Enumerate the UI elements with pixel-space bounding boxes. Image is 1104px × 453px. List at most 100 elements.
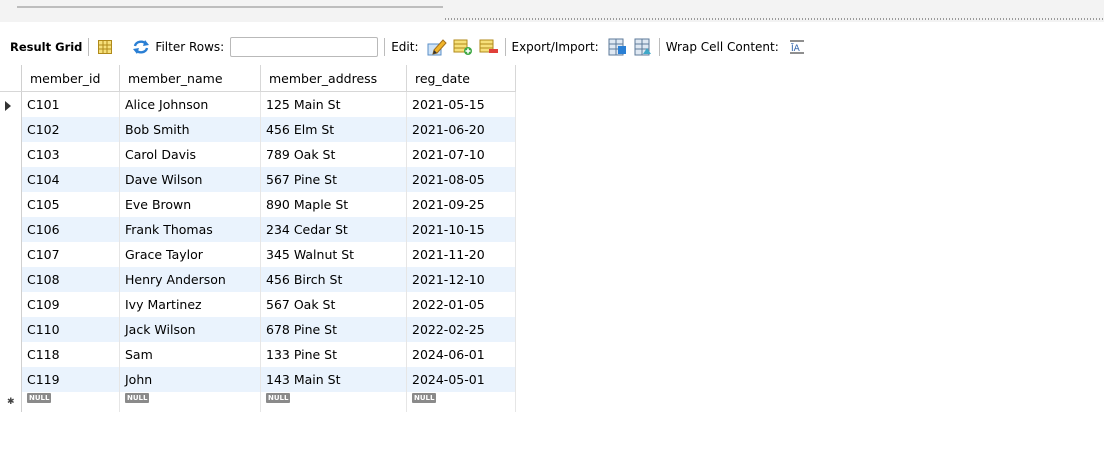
table-cell[interactable]: Dave Wilson <box>119 167 261 192</box>
table-cell[interactable]: C107 <box>21 242 120 267</box>
table-row[interactable]: C101 Alice Johnson 125 Main St 2021-05-15 <box>0 91 516 117</box>
table-cell[interactable]: 2022-02-25 <box>406 317 516 342</box>
table-cell[interactable]: C102 <box>21 117 120 142</box>
grid-body: C101 Alice Johnson 125 Main St 2021-05-15 C1… <box>0 91 516 412</box>
table-cell[interactable]: 2021-09-25 <box>406 192 516 217</box>
table-cell[interactable]: 345 Walnut St <box>260 242 407 267</box>
import-icon[interactable] <box>633 37 653 57</box>
table-cell[interactable]: 2021-11-20 <box>406 242 516 267</box>
table-cell[interactable]: C108 <box>21 267 120 292</box>
filter-rows-label: Filter Rows: <box>155 40 225 54</box>
table-cell[interactable]: 2021-10-15 <box>406 217 516 242</box>
add-row-icon[interactable] <box>453 37 473 57</box>
table-row[interactable]: C102 Bob Smith 456 Elm St 2021-06-20 <box>0 117 516 142</box>
row-header[interactable] <box>0 217 22 242</box>
table-cell[interactable]: 133 Pine St <box>260 342 407 367</box>
table-row[interactable]: C118 Sam 133 Pine St 2024-06-01 <box>0 342 516 367</box>
row-header[interactable] <box>0 317 22 342</box>
table-cell[interactable]: Bob Smith <box>119 117 261 142</box>
filter-rows-input[interactable] <box>230 37 379 57</box>
table-cell[interactable]: 2024-06-01 <box>406 342 516 367</box>
column-header[interactable]: member_id <box>21 65 120 92</box>
table-cell[interactable]: C106 <box>21 217 120 242</box>
table-cell[interactable]: C118 <box>21 342 120 367</box>
new-row[interactable]: ✱ NULL NULL NULL NULL <box>0 392 516 412</box>
table-cell[interactable]: C105 <box>21 192 120 217</box>
table-row[interactable]: C104 Dave Wilson 567 Pine St 2021-08-05 <box>0 167 516 192</box>
table-cell[interactable]: 890 Maple St <box>260 192 407 217</box>
row-header[interactable] <box>0 91 22 117</box>
table-cell[interactable]: John <box>119 367 261 392</box>
table-cell[interactable]: 789 Oak St <box>260 142 407 167</box>
export-icon[interactable] <box>607 37 627 57</box>
table-cell[interactable]: C119 <box>21 367 120 392</box>
wrap-cell-content-label: Wrap Cell Content: <box>665 40 779 54</box>
table-cell[interactable]: C103 <box>21 142 120 167</box>
table-row[interactable]: C109 Ivy Martinez 567 Oak St 2022-01-05 <box>0 292 516 317</box>
table-cell[interactable]: Ivy Martinez <box>119 292 261 317</box>
table-cell[interactable]: Grace Taylor <box>119 242 261 267</box>
table-cell[interactable]: Eve Brown <box>119 192 261 217</box>
table-cell[interactable]: 143 Main St <box>260 367 407 392</box>
table-row[interactable]: C110 Jack Wilson 678 Pine St 2022-02-25 <box>0 317 516 342</box>
table-cell[interactable]: Frank Thomas <box>119 217 261 242</box>
row-header[interactable] <box>0 142 22 167</box>
table-cell[interactable]: NULL <box>21 392 120 412</box>
table-row[interactable]: C106 Frank Thomas 234 Cedar St 2021-10-15 <box>0 217 516 242</box>
null-badge: NULL <box>412 393 437 403</box>
splitter-handle[interactable] <box>445 18 1104 20</box>
table-cell[interactable]: 456 Elm St <box>260 117 407 142</box>
table-cell[interactable]: Jack Wilson <box>119 317 261 342</box>
column-header[interactable]: reg_date <box>406 65 516 92</box>
table-cell[interactable]: 2021-12-10 <box>406 267 516 292</box>
column-header[interactable]: member_name <box>119 65 261 92</box>
table-cell[interactable]: 2021-05-15 <box>406 91 516 117</box>
table-cell[interactable]: NULL <box>119 392 261 412</box>
table-row[interactable]: C103 Carol Davis 789 Oak St 2021-07-10 <box>0 142 516 167</box>
null-badge: NULL <box>266 393 291 403</box>
table-cell[interactable]: 2021-06-20 <box>406 117 516 142</box>
row-header[interactable] <box>0 192 22 217</box>
table-cell[interactable]: 678 Pine St <box>260 317 407 342</box>
row-header[interactable] <box>0 117 22 142</box>
table-cell[interactable]: 2024-05-01 <box>406 367 516 392</box>
table-cell[interactable]: 2021-07-10 <box>406 142 516 167</box>
export-import-label: Export/Import: <box>511 40 599 54</box>
row-header[interactable] <box>0 342 22 367</box>
table-cell[interactable]: Henry Anderson <box>119 267 261 292</box>
table-cell[interactable]: 567 Pine St <box>260 167 407 192</box>
table-cell[interactable]: C101 <box>21 91 120 117</box>
grid-layout-icon[interactable] <box>95 37 115 57</box>
table-cell[interactable]: NULL <box>260 392 407 412</box>
table-cell[interactable]: Sam <box>119 342 261 367</box>
table-cell[interactable]: Alice Johnson <box>119 91 261 117</box>
row-header[interactable] <box>0 292 22 317</box>
table-row[interactable]: C105 Eve Brown 890 Maple St 2021-09-25 <box>0 192 516 217</box>
table-cell[interactable]: 234 Cedar St <box>260 217 407 242</box>
refresh-filter-icon[interactable] <box>131 37 151 57</box>
null-badge: NULL <box>125 393 150 403</box>
table-row[interactable]: C108 Henry Anderson 456 Birch St 2021-12-10 <box>0 267 516 292</box>
table-row[interactable]: C119 John 143 Main St 2024-05-01 <box>0 367 516 392</box>
table-cell[interactable]: C109 <box>21 292 120 317</box>
table-cell[interactable]: 125 Main St <box>260 91 407 117</box>
wrap-text-icon[interactable]: ĪA <box>787 37 807 57</box>
row-header[interactable] <box>0 242 22 267</box>
column-header[interactable]: member_address <box>260 65 407 92</box>
table-cell[interactable]: 567 Oak St <box>260 292 407 317</box>
table-cell[interactable]: 456 Birch St <box>260 267 407 292</box>
delete-row-icon[interactable] <box>479 37 499 57</box>
row-header[interactable] <box>0 267 22 292</box>
table-cell[interactable]: C104 <box>21 167 120 192</box>
table-cell[interactable]: C110 <box>21 317 120 342</box>
table-row[interactable]: C107 Grace Taylor 345 Walnut St 2021-11-20 <box>0 242 516 267</box>
edit-row-icon[interactable] <box>427 37 447 57</box>
result-grid-tab[interactable]: Result Grid <box>10 40 82 54</box>
table-cell[interactable]: NULL <box>406 392 516 412</box>
asterisk-icon: ✱ <box>7 397 15 407</box>
table-cell[interactable]: 2021-08-05 <box>406 167 516 192</box>
row-header[interactable] <box>0 367 22 392</box>
row-header[interactable] <box>0 167 22 192</box>
table-cell[interactable]: 2022-01-05 <box>406 292 516 317</box>
table-cell[interactable]: Carol Davis <box>119 142 261 167</box>
